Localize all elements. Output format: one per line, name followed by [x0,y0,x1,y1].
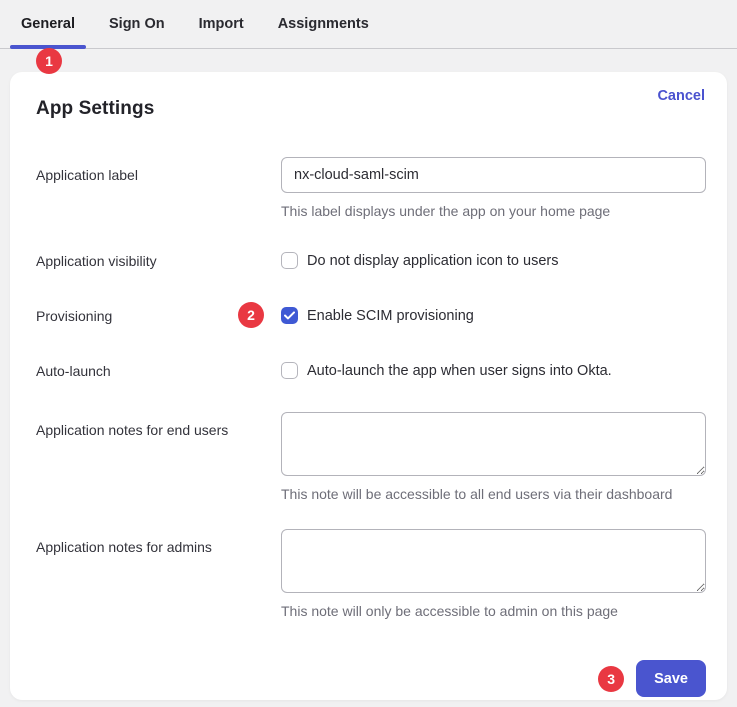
notes-end-users-row: Application notes for end users This not… [36,412,706,502]
application-label-label: Application label [36,157,281,184]
application-visibility-row: Application visibility Do not display ap… [36,252,706,270]
save-button[interactable]: Save [636,660,706,697]
application-label-helper: This label displays under the app on you… [281,204,706,219]
notes-end-users-label: Application notes for end users [36,412,281,439]
tab-bar: General Sign On Import Assignments [0,0,737,49]
application-visibility-option-label: Do not display application icon to users [307,253,558,269]
provisioning-checkbox[interactable] [281,307,298,324]
tab-general[interactable]: General [21,0,75,48]
tab-import[interactable]: Import [199,0,244,48]
panel-footer: 3 Save [36,660,706,697]
app-settings-panel: Cancel App Settings Application label Th… [10,72,727,700]
notes-end-users-helper: This note will be accessible to all end … [281,487,706,502]
step-badge-1: 1 [36,48,62,74]
step-badge-2: 2 [238,302,264,328]
application-label-input[interactable] [281,157,706,193]
notes-admins-textarea[interactable] [281,529,706,593]
auto-launch-label: Auto-launch [36,362,281,380]
step-badge-3: 3 [598,666,624,692]
auto-launch-checkbox[interactable] [281,362,298,379]
provisioning-option-label: Enable SCIM provisioning [307,308,474,324]
auto-launch-row: Auto-launch Auto-launch the app when use… [36,362,706,380]
app-settings-form: Application label This label displays un… [36,157,706,619]
tab-assignments[interactable]: Assignments [278,0,369,48]
panel-title: App Settings [36,98,706,120]
application-label-row: Application label This label displays un… [36,157,706,219]
tab-sign-on[interactable]: Sign On [109,0,165,48]
application-visibility-checkbox[interactable] [281,252,298,269]
notes-end-users-textarea[interactable] [281,412,706,476]
provisioning-row: Provisioning 2 Enable SCIM provisioning [36,307,706,325]
notes-admins-helper: This note will only be accessible to adm… [281,604,706,619]
check-icon [284,311,295,320]
notes-admins-row: Application notes for admins This note w… [36,529,706,619]
notes-admins-label: Application notes for admins [36,529,281,556]
application-visibility-label: Application visibility [36,252,281,270]
cancel-link[interactable]: Cancel [657,88,705,104]
auto-launch-option-label: Auto-launch the app when user signs into… [307,363,612,379]
